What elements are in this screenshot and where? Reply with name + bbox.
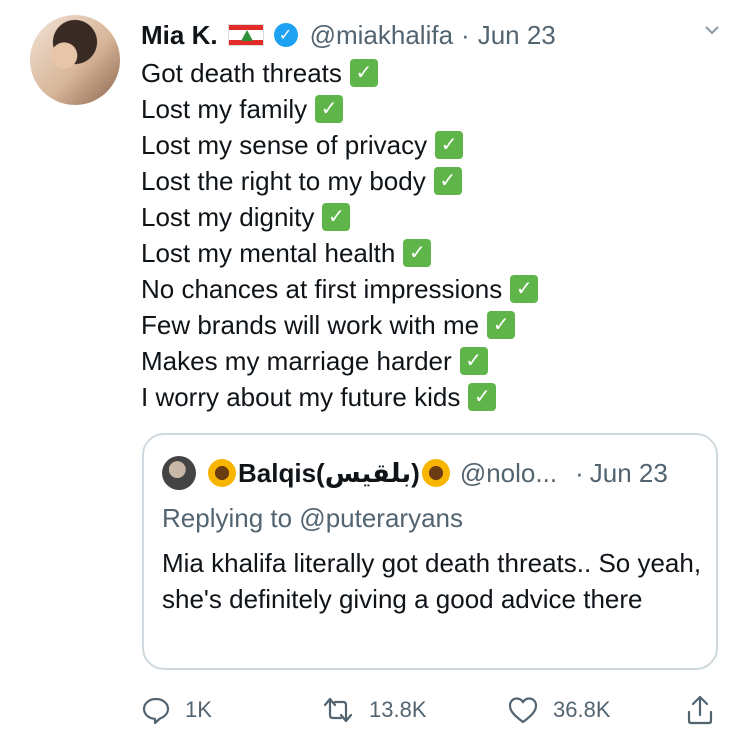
quoted-date[interactable]: Jun 23 bbox=[590, 458, 668, 489]
check-mark-icon: ✓ bbox=[315, 95, 344, 123]
like-count: 36.8K bbox=[553, 697, 611, 722]
tweet-header: Mia K. ✓ @miakhalifa · Jun 23 bbox=[141, 17, 556, 53]
check-mark-icon: ✓ bbox=[487, 311, 516, 339]
quoted-avatar[interactable] bbox=[162, 456, 196, 490]
share-button[interactable] bbox=[685, 690, 729, 730]
user-handle[interactable]: @miakhalifa bbox=[310, 20, 453, 51]
tweet-line: Lost my sense of privacy ✓ bbox=[141, 127, 538, 163]
check-mark-icon: ✓ bbox=[349, 59, 378, 87]
tweet-line: Lost my family ✓ bbox=[141, 91, 538, 127]
tweet-line: Got death threats ✓ bbox=[141, 55, 538, 91]
tweet-line: Lost my dignity ✓ bbox=[141, 199, 538, 235]
separator-dot: · bbox=[461, 19, 470, 50]
avatar[interactable] bbox=[30, 15, 120, 105]
tweet-line: Lost my mental health ✓ bbox=[141, 235, 538, 271]
retweet-button[interactable]: 13.8K bbox=[321, 690, 427, 730]
check-mark-icon: ✓ bbox=[433, 167, 462, 195]
heart-icon bbox=[508, 697, 538, 724]
check-mark-icon: ✓ bbox=[510, 275, 539, 303]
quoted-tweet-header: Balqis(بلقيس) @nolo... · Jun 23 bbox=[162, 455, 668, 491]
lebanon-flag-icon bbox=[227, 24, 264, 46]
quoted-handle[interactable]: @nolo... bbox=[460, 458, 557, 489]
replying-to: Replying to @puteraryans bbox=[162, 503, 463, 533]
check-mark-icon: ✓ bbox=[403, 239, 432, 267]
like-button[interactable]: 36.8K bbox=[507, 690, 611, 730]
tweet-line: I worry about my future kids ✓ bbox=[141, 379, 538, 415]
sunflower-icon bbox=[208, 459, 236, 487]
share-icon bbox=[687, 695, 713, 725]
display-name[interactable]: Mia K. bbox=[141, 20, 218, 51]
retweet-count: 13.8K bbox=[369, 697, 427, 722]
reply-button[interactable]: 1K bbox=[141, 690, 212, 730]
check-mark-icon: ✓ bbox=[322, 203, 351, 231]
retweet-icon bbox=[323, 697, 353, 723]
reply-count: 1K bbox=[185, 697, 212, 722]
tweet-line: No chances at first impressions ✓ bbox=[141, 271, 539, 307]
check-mark-icon: ✓ bbox=[435, 131, 464, 159]
separator-dot: · bbox=[575, 457, 584, 488]
quoted-text: Mia khalifa literally got death threats.… bbox=[162, 548, 702, 614]
tweet-line: Makes my marriage harder ✓ bbox=[141, 343, 538, 379]
tweet-date[interactable]: Jun 23 bbox=[478, 20, 556, 51]
sunflower-icon bbox=[421, 459, 450, 487]
quoted-display-name[interactable]: Balqis(بلقيس) bbox=[238, 458, 420, 489]
tweet-body: Got death threats ✓ Lost my family ✓ Lost … bbox=[141, 55, 539, 415]
verified-badge-icon: ✓ bbox=[273, 23, 298, 47]
reply-icon bbox=[142, 697, 170, 725]
tweet-actions: 1K 13.8K 36.8K bbox=[141, 690, 721, 730]
check-mark-icon: ✓ bbox=[468, 383, 497, 411]
tweet-line: Few brands will work with me ✓ bbox=[141, 307, 538, 343]
check-mark-icon: ✓ bbox=[459, 347, 488, 375]
chevron-down-icon[interactable] bbox=[704, 22, 720, 38]
quoted-tweet[interactable]: Balqis(بلقيس) @nolo... · Jun 23 Replying… bbox=[142, 433, 718, 670]
tweet-line: Lost the right to my body ✓ bbox=[141, 163, 538, 199]
